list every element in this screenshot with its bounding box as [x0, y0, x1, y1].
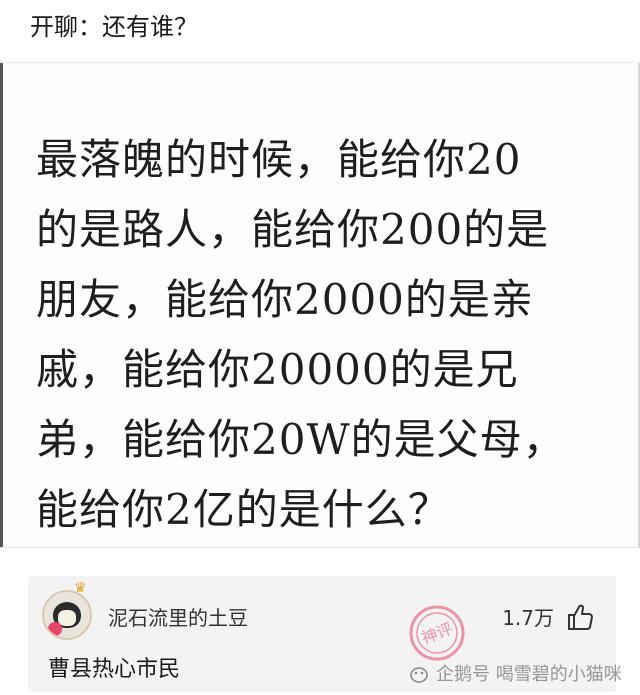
potato-avatar-icon[interactable] [42, 590, 92, 640]
comment-body: 曹县热心市民 [48, 657, 181, 682]
watermark-text: 企鹅号 喝雪碧的小猫咪 [436, 664, 622, 685]
penguin-icon [408, 665, 430, 683]
watermark: 企鹅号 喝雪碧的小猫咪 [408, 664, 622, 686]
crown-icon: ♛ [74, 580, 87, 596]
comment-username[interactable]: 泥石流里的土豆 [108, 606, 248, 630]
text-line: 最落魄的时候，能给你20 [36, 135, 522, 184]
avatar-face-inner [58, 610, 76, 626]
handwritten-text: 最落魄的时候，能给你20 的是路人，能给你200的是 朋友，能给你2000的是亲… [36, 125, 621, 545]
text-line: 能给你2亿的是什么？ [36, 485, 451, 534]
thumbs-up-icon[interactable] [566, 602, 594, 632]
avatar-accent [48, 622, 62, 636]
hot-comment-stamp: 神评 [408, 604, 466, 662]
like-count: 1.7万 [502, 606, 554, 630]
text-line: 朋友，能给你2000的是亲 [36, 275, 534, 324]
text-line: 戚，能给你20000的是兄 [36, 345, 519, 394]
stamp-text: 神评 [419, 620, 455, 648]
page-title: 开聊：还有谁？ [30, 13, 198, 41]
top-bar: 开聊：还有谁？ [0, 0, 640, 63]
image-border-left [0, 63, 3, 548]
meme-image: 最落魄的时候，能给你20 的是路人，能给你200的是 朋友，能给你2000的是亲… [0, 63, 640, 548]
text-line: 弟，能给你20W的是父母， [36, 415, 566, 464]
image-border-bottom [0, 547, 640, 548]
text-line: 的是路人，能给你200的是 [36, 205, 550, 254]
